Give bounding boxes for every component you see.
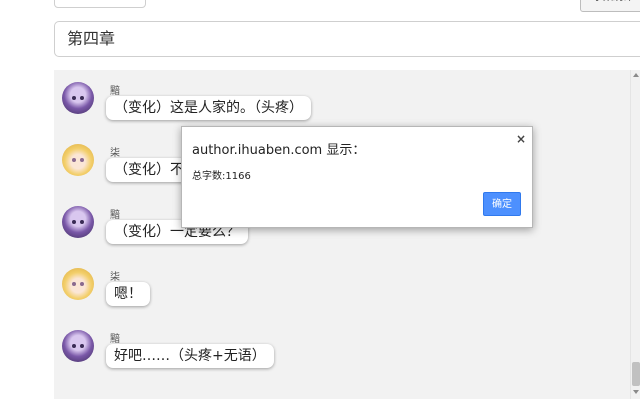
ok-button[interactable]: 确定: [483, 192, 521, 216]
chat-message: 柒 嗯！: [54, 268, 614, 328]
scroll-down-arrow-icon[interactable]: [633, 390, 639, 394]
word-count-button[interactable]: 字数统计: [580, 0, 640, 12]
message-bubble: 好吧……（头疼+无语）: [106, 344, 274, 368]
message-bubble: 嗯！: [106, 282, 150, 306]
close-icon[interactable]: ×: [516, 132, 526, 146]
scroll-up-arrow-icon[interactable]: [633, 73, 639, 77]
dialog-title: author.ihuaben.com 显示：: [192, 143, 366, 158]
scrollbar-thumb[interactable]: [632, 362, 640, 386]
chat-area: 黯 （变化）这是人家的。（头疼） 柒 （变化）不要 黯 （变化）一定要么？ 柒 …: [54, 70, 630, 399]
purple-hair-avatar: [62, 206, 94, 238]
chat-message: 黯 好吧……（头疼+无语）: [54, 330, 614, 390]
sender-name: 黯: [110, 210, 120, 221]
sender-name: 黯: [110, 334, 120, 345]
top-select-control[interactable]: [54, 0, 146, 8]
sender-name: 柒: [110, 272, 120, 283]
vertical-scrollbar[interactable]: [630, 70, 640, 399]
purple-hair-avatar: [62, 82, 94, 114]
dialog-message: 总字数:1166: [192, 171, 251, 182]
sender-name: 黯: [110, 86, 120, 97]
blonde-hair-avatar: [62, 144, 94, 176]
purple-hair-avatar: [62, 330, 94, 362]
chapter-title-input[interactable]: 第四章: [54, 21, 640, 57]
page: 字数统计 第四章 黯 （变化）这是人家的。（头疼） 柒 （变化）不要 黯 （变化…: [0, 0, 640, 399]
alert-dialog: author.ihuaben.com 显示： × 总字数:1166 确定: [181, 126, 533, 228]
message-bubble: （变化）这是人家的。（头疼）: [106, 96, 311, 120]
sender-name: 柒: [110, 148, 120, 159]
blonde-hair-avatar: [62, 268, 94, 300]
